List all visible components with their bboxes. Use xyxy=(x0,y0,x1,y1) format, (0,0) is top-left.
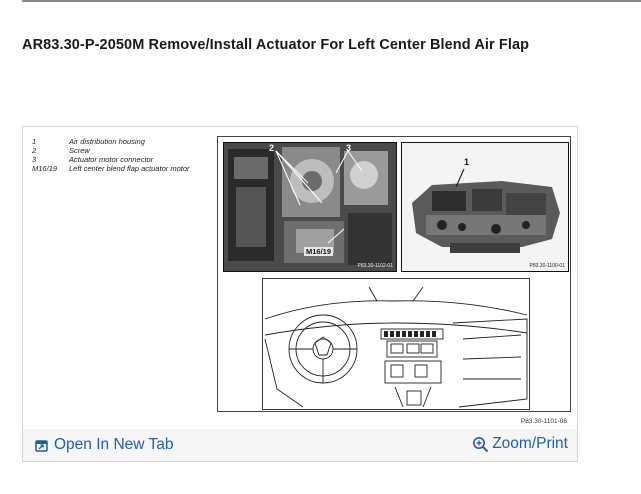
legend-item: 1 Air distribution housing xyxy=(32,137,202,146)
legend-item: 2 Screw xyxy=(32,146,202,155)
legend-text: Air distribution housing xyxy=(69,137,145,146)
zoom-print-link[interactable]: Zoom/Print xyxy=(472,435,568,453)
open-in-new-tab-label: Open In New Tab xyxy=(54,436,174,453)
figure-card: 1 Air distribution housing 2 Screw 3 Act… xyxy=(22,126,578,462)
legend-text: Left center blend flap actuator motor xyxy=(69,164,190,173)
zoom-print-label: Zoom/Print xyxy=(492,435,568,452)
page-title: AR83.30-P-2050M Remove/Install Actuator … xyxy=(22,37,530,53)
legend-number: 3 xyxy=(32,155,37,164)
dashboard-drawing xyxy=(262,278,530,410)
photo-code-right: P83.30-1100-01 xyxy=(529,263,566,269)
callout-1: 1 xyxy=(464,157,470,167)
zoom-in-icon xyxy=(472,436,489,453)
legend-number: 2 xyxy=(32,146,37,155)
housing-photo-drawing xyxy=(402,143,568,271)
figure-footer: Open In New Tab Zoom/Print xyxy=(23,429,577,461)
legend-number: 1 xyxy=(32,137,37,146)
callout-2: 2 xyxy=(269,143,275,153)
top-divider xyxy=(22,0,641,2)
callout-m16-19: M16/19 xyxy=(304,247,334,256)
diagram-image[interactable]: 2 3 M16/19 P83.30-1102-01 1 P83.30-1100-… xyxy=(217,136,571,412)
callout-3: 3 xyxy=(346,143,352,153)
dashboard-line-art xyxy=(264,286,528,408)
open-new-tab-icon xyxy=(35,439,48,452)
legend-text: Actuator motor connector xyxy=(69,155,154,164)
legend-item: M16/19 Left center blend flap actuator m… xyxy=(32,164,202,173)
actuator-photo: 2 3 M16/19 P83.30-1102-01 xyxy=(223,142,397,272)
legend-text: Screw xyxy=(69,146,90,155)
photo-code-left: P83.30-1102-01 xyxy=(357,263,394,269)
open-in-new-tab-link[interactable]: Open In New Tab xyxy=(35,436,173,454)
housing-photo: 1 P83.30-1100-01 xyxy=(401,142,569,272)
legend-number: M16/19 xyxy=(32,164,58,173)
figure-reference-code: P83.30-1101-06 xyxy=(520,418,567,425)
figure-legend: 1 Air distribution housing 2 Screw 3 Act… xyxy=(32,137,202,173)
legend-item: 3 Actuator motor connector xyxy=(32,155,202,164)
